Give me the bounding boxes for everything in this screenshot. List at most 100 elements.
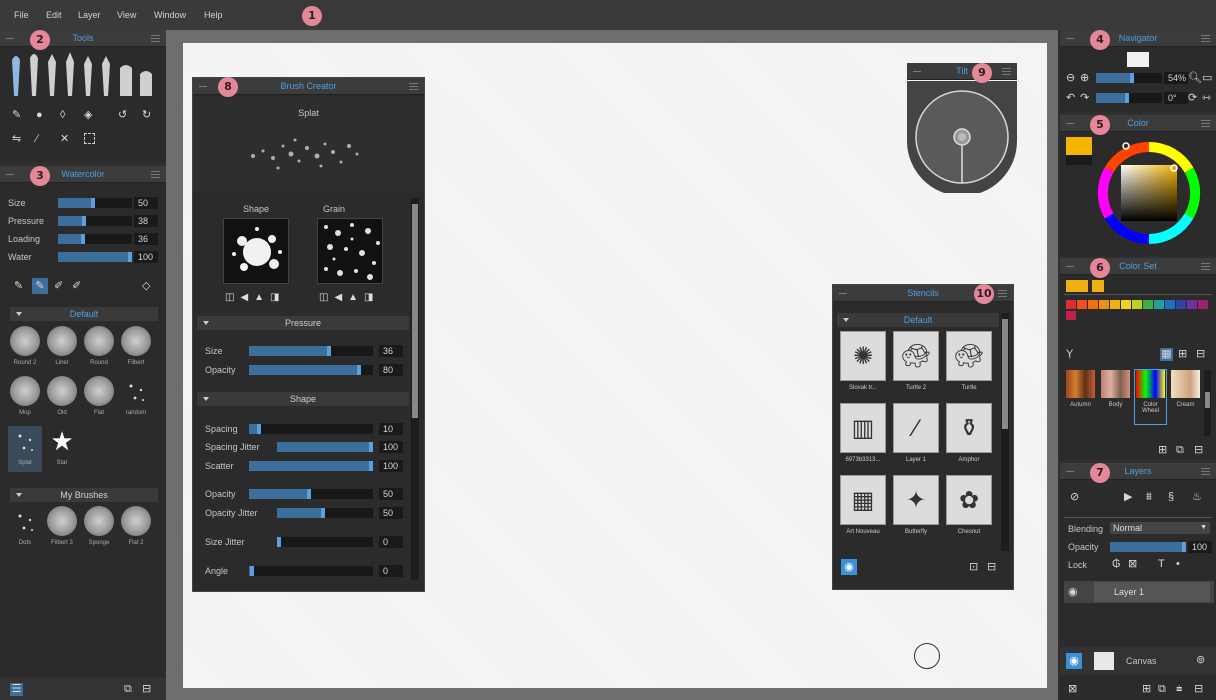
flip-horizontal-icon[interactable]: ⇿: [1202, 92, 1211, 104]
brush-mode-2-icon[interactable]: ✎: [32, 278, 48, 294]
slider-value[interactable]: 36: [379, 345, 403, 357]
brush-mode-1-icon[interactable]: ✎: [14, 280, 23, 292]
zoom-value[interactable]: 54%: [1164, 72, 1188, 84]
color-swatch[interactable]: [1132, 300, 1142, 309]
shape-section-header[interactable]: Shape: [197, 392, 409, 406]
import-stencil-icon[interactable]: ⊡: [969, 561, 978, 573]
tool-brushes-row[interactable]: [8, 50, 158, 98]
brush-creator-slider[interactable]: [277, 442, 373, 452]
layer-name[interactable]: Layer 1: [1094, 582, 1210, 602]
add-layer-icon[interactable]: ⊞: [1142, 683, 1151, 695]
grain-tools-icons[interactable]: ◫◀▲◨: [319, 292, 379, 303]
color-swatch[interactable]: [1176, 300, 1186, 309]
brush-preset[interactable]: Filbert: [119, 326, 153, 372]
brush-preset[interactable]: Dots: [8, 506, 42, 552]
tilt-dial[interactable]: [907, 81, 1017, 193]
panel-menu-icon[interactable]: [1201, 468, 1210, 475]
smudge-icon[interactable]: ●: [36, 109, 43, 121]
eraser-mode-icon[interactable]: ◇: [142, 280, 150, 292]
color-swatch[interactable]: [1066, 280, 1088, 292]
stencil-visibility-icon[interactable]: ◉: [841, 559, 857, 575]
color-swatch[interactable]: [1066, 311, 1076, 320]
transform-icon[interactable]: ✕: [60, 133, 69, 145]
watercolor-slider-water[interactable]: [58, 252, 132, 262]
layer-close-icon[interactable]: ⊠: [1068, 683, 1077, 695]
slider-value[interactable]: 10: [379, 423, 403, 435]
menu-edit[interactable]: Edit: [46, 10, 62, 20]
delete-icon[interactable]: ⊟: [142, 683, 151, 695]
color-set-tree-icon[interactable]: Ỵ: [1066, 348, 1073, 360]
stencil-item[interactable]: 🐢︎ Turtle 2: [892, 331, 940, 399]
grid-view-icon[interactable]: ▦: [1160, 348, 1173, 361]
duplicate-layer-icon[interactable]: ⧉: [1158, 683, 1166, 695]
brush-preset[interactable]: Splat: [8, 426, 42, 472]
stencil-item[interactable]: ⁄ Layer 1: [892, 403, 940, 471]
slider-value[interactable]: 0: [379, 536, 403, 548]
color-set-item[interactable]: Color Wheel: [1134, 369, 1167, 425]
brush-creator-slider[interactable]: [277, 508, 373, 518]
color-swatch[interactable]: [1110, 300, 1120, 309]
brush-mode-3-icon[interactable]: ✐: [54, 280, 63, 292]
shape-thumbnail[interactable]: [223, 218, 289, 284]
brush-preset[interactable]: Round 2: [8, 326, 42, 372]
add-color-icon[interactable]: ⊞: [1178, 348, 1187, 360]
stencil-item[interactable]: 🐢︎ Turtle: [945, 331, 993, 399]
brush-creator-slider[interactable]: [277, 537, 373, 547]
tilt-header[interactable]: Tilt: [907, 63, 1017, 80]
slider-value[interactable]: 100: [379, 441, 403, 453]
slider-value[interactable]: 0: [379, 565, 403, 577]
color-swatch[interactable]: [1092, 280, 1104, 292]
rotate-left-icon[interactable]: ↶: [1066, 92, 1075, 104]
remove-color-icon[interactable]: ⊟: [1196, 348, 1205, 360]
stencils-default-group[interactable]: Default: [837, 313, 999, 327]
brush-preset[interactable]: Mop: [8, 376, 42, 422]
reset-rotation-icon[interactable]: ⟳: [1188, 92, 1197, 104]
delete-set-icon[interactable]: ⊟: [1194, 444, 1203, 456]
brush-preset[interactable]: Liner: [45, 326, 79, 372]
color-swatch[interactable]: [1187, 300, 1197, 309]
slider-value[interactable]: 38: [134, 215, 158, 227]
default-brush-group[interactable]: Default: [10, 307, 158, 321]
fit-screen-icon[interactable]: ▭: [1202, 72, 1212, 84]
fill-tool-icon[interactable]: ⇋: [12, 133, 21, 145]
brush-preset[interactable]: Round: [82, 326, 116, 372]
water-effect-icon[interactable]: ♨: [1192, 491, 1202, 503]
lock-icon[interactable]: ₲: [1112, 558, 1121, 570]
slider-value[interactable]: 50: [379, 507, 403, 519]
brush-creator-slider[interactable]: [249, 489, 373, 499]
rotate-right-icon[interactable]: ↷: [1080, 92, 1089, 104]
color-set-item[interactable]: Autumn: [1065, 370, 1096, 424]
zoom-slider[interactable]: [1096, 73, 1162, 83]
panel-menu-icon[interactable]: [1201, 35, 1210, 42]
watercolor-slider-loading[interactable]: [58, 234, 132, 244]
remove-stencil-icon[interactable]: ⊟: [987, 561, 996, 573]
canvas-row[interactable]: ◉ Canvas ⊚: [1060, 647, 1216, 675]
stencil-item[interactable]: ✺ Slovak tr...: [839, 331, 887, 399]
layer-visibility-toggle-icon[interactable]: ⊘: [1070, 491, 1079, 503]
menu-layer[interactable]: Layer: [78, 10, 101, 20]
menu-window[interactable]: Window: [154, 10, 186, 20]
brush-preset[interactable]: random: [119, 376, 153, 422]
shape-tools-icons[interactable]: ◫◀▲◨: [225, 292, 285, 303]
eyedropper-icon[interactable]: ⁄: [36, 133, 38, 145]
stencil-item[interactable]: ✦ Butterfly: [892, 475, 940, 543]
ruler-icon[interactable]: ✎: [12, 109, 21, 121]
brush-preset[interactable]: Sponge: [82, 506, 116, 552]
color-swatch[interactable]: [1066, 300, 1076, 309]
zoom-in-icon[interactable]: ⊕: [1080, 72, 1089, 84]
brush-preset[interactable]: Old: [45, 376, 79, 422]
brush-preset[interactable]: ★ Star: [45, 426, 79, 472]
panel-menu-icon[interactable]: [998, 290, 1007, 297]
watercolor-slider-pressure[interactable]: [58, 216, 132, 226]
stencil-item[interactable]: ⚱︎ Amphor: [945, 403, 993, 471]
brush-creator-slider[interactable]: [249, 346, 373, 356]
stencil-item[interactable]: ▥ 6973b3313...: [839, 403, 887, 471]
color-set-item[interactable]: Cream: [1170, 370, 1201, 424]
dry-layer-icon[interactable]: §: [1168, 491, 1174, 503]
duplicate-set-icon[interactable]: ⧉: [1176, 444, 1184, 456]
color-swatch[interactable]: [1143, 300, 1153, 309]
grain-thumbnail[interactable]: [317, 218, 383, 284]
layer-row[interactable]: ◉ Layer 1: [1064, 581, 1214, 603]
stencil-item[interactable]: ✿ Chesnut: [945, 475, 993, 543]
play-icon[interactable]: ▶: [1124, 491, 1132, 503]
